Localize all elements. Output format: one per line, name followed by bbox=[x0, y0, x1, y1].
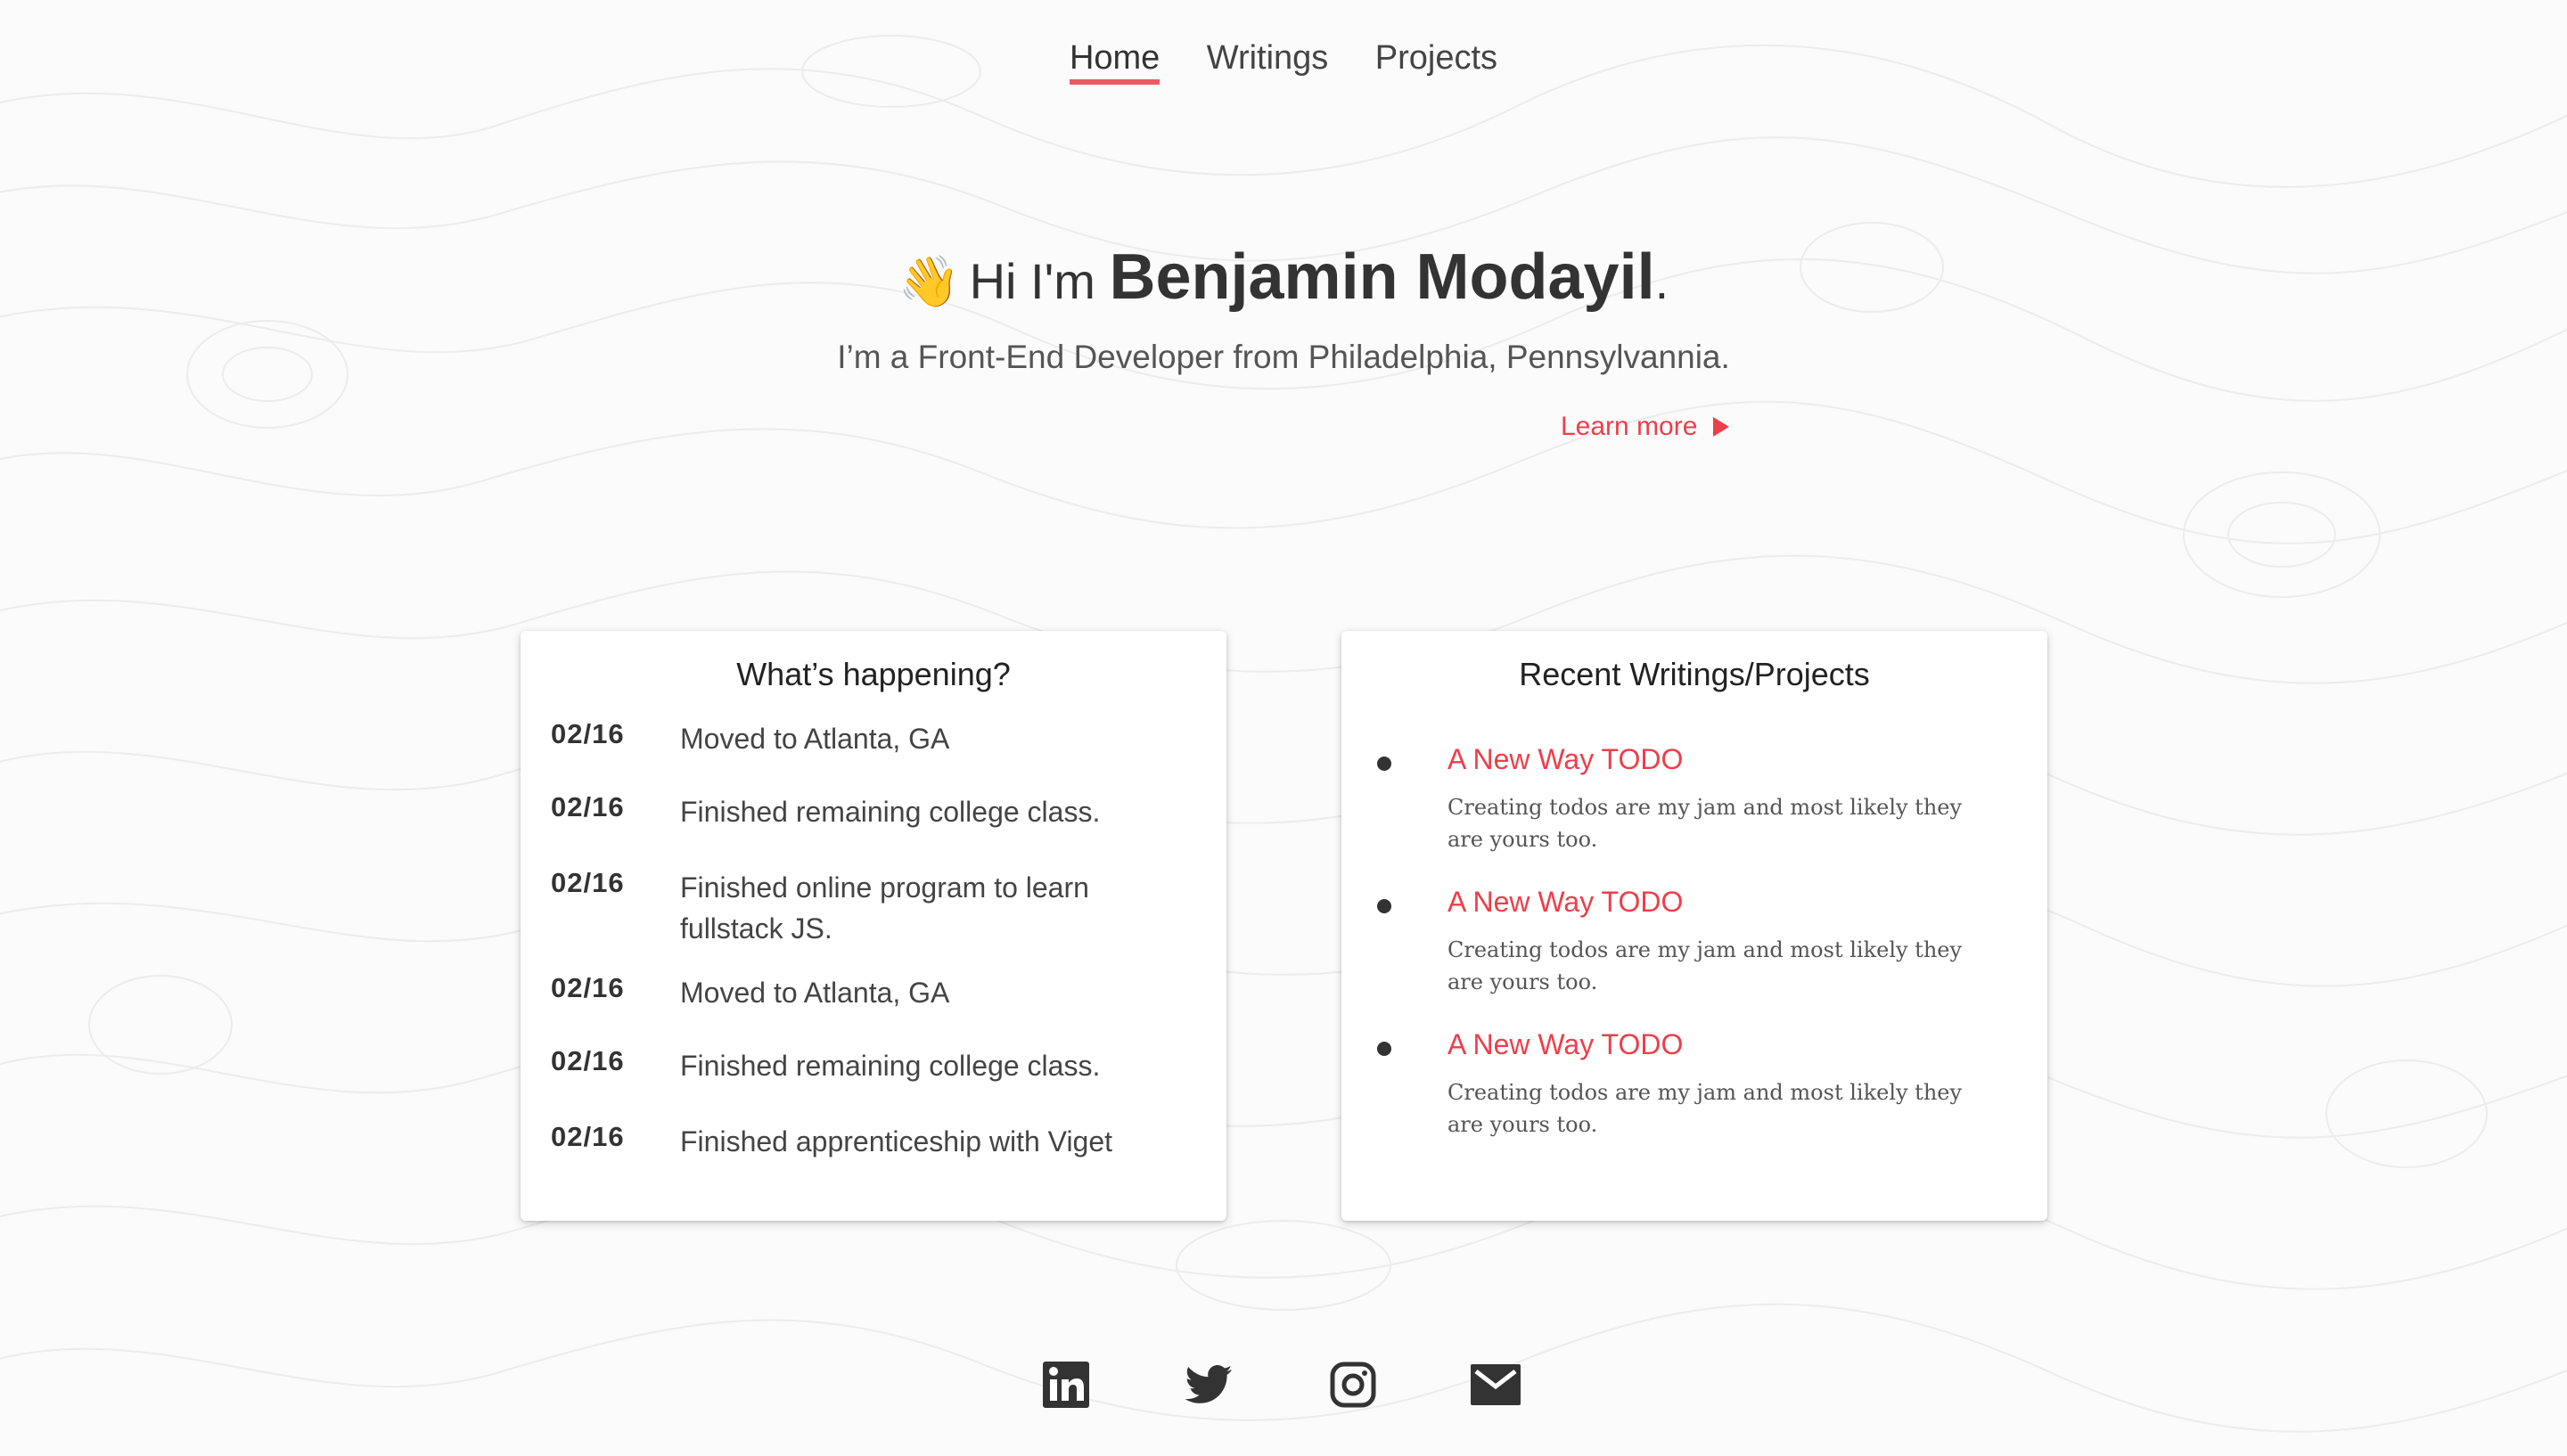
event-date: 02/16 bbox=[551, 1045, 625, 1076]
learn-more-link[interactable]: Learn more bbox=[1561, 412, 1730, 442]
bullet-icon bbox=[1377, 757, 1391, 771]
hero: 👋 Hi I'm Benjamin Modayil. I’m a Front-En… bbox=[0, 241, 2567, 376]
waving-hand-icon: 👋 bbox=[898, 253, 961, 309]
event-text: Finished remaining college class. bbox=[680, 1050, 1101, 1082]
nav-projects[interactable]: Projects bbox=[1375, 39, 1497, 83]
hero-heading: 👋 Hi I'm Benjamin Modayil. bbox=[0, 241, 2567, 314]
event-date: 02/16 bbox=[551, 867, 625, 898]
event-text: Moved to Atlanta, GA bbox=[680, 977, 950, 1009]
bullet-icon bbox=[1377, 1042, 1391, 1056]
hero-subtitle: I’m a Front-End Developer from Philadelp… bbox=[837, 339, 1730, 375]
post-description: Creating todos are my jam and most likel… bbox=[1448, 795, 1963, 852]
nav-home[interactable]: Home bbox=[1069, 39, 1160, 85]
event-text: Finished apprenticeship with Viget bbox=[680, 1125, 1113, 1157]
post-title-link[interactable]: A New Way TODO bbox=[1448, 743, 1683, 776]
top-nav: Home Writings Projects bbox=[0, 39, 2567, 85]
twitter-icon[interactable] bbox=[1184, 1360, 1234, 1410]
post-title-link[interactable]: A New Way TODO bbox=[1448, 886, 1683, 919]
learn-more-label: Learn more bbox=[1561, 412, 1698, 441]
recent-writings-card: Recent Writings/Projects A New Way TODO … bbox=[1341, 631, 2047, 1221]
event-date: 02/16 bbox=[551, 718, 625, 749]
event-text: Finished online program to learn fullsta… bbox=[680, 871, 1089, 945]
instagram-icon[interactable] bbox=[1328, 1360, 1378, 1410]
play-arrow-icon bbox=[1713, 417, 1730, 437]
hero-period: . bbox=[1654, 253, 1669, 309]
social-links bbox=[0, 1360, 2567, 1413]
post-description: Creating todos are my jam and most likel… bbox=[1448, 1080, 1963, 1137]
whats-happening-card: What’s happening? 02/16 Moved to Atlanta… bbox=[521, 631, 1226, 1221]
event-text: Moved to Atlanta, GA bbox=[680, 723, 950, 755]
post-title-link[interactable]: A New Way TODO bbox=[1448, 1028, 1683, 1061]
email-icon[interactable] bbox=[1471, 1360, 1521, 1410]
whats-happening-title: What’s happening? bbox=[736, 656, 1011, 692]
event-date: 02/16 bbox=[551, 791, 625, 822]
page: Home Writings Projects 👋 Hi I'm Benjamin … bbox=[0, 0, 2567, 1456]
hero-name: Benjamin Modayil bbox=[1109, 241, 1655, 313]
bullet-icon bbox=[1377, 899, 1391, 913]
nav-writings[interactable]: Writings bbox=[1207, 39, 1329, 83]
event-date: 02/16 bbox=[551, 972, 625, 1003]
event-date: 02/16 bbox=[551, 1121, 625, 1152]
hero-greeting: Hi I'm bbox=[969, 253, 1110, 309]
topographic-background bbox=[0, 35, 2567, 1433]
linkedin-icon[interactable] bbox=[1041, 1360, 1091, 1410]
recent-writings-title: Recent Writings/Projects bbox=[1519, 656, 1870, 692]
post-description: Creating todos are my jam and most likel… bbox=[1448, 937, 1963, 994]
event-text: Finished remaining college class. bbox=[680, 796, 1101, 828]
